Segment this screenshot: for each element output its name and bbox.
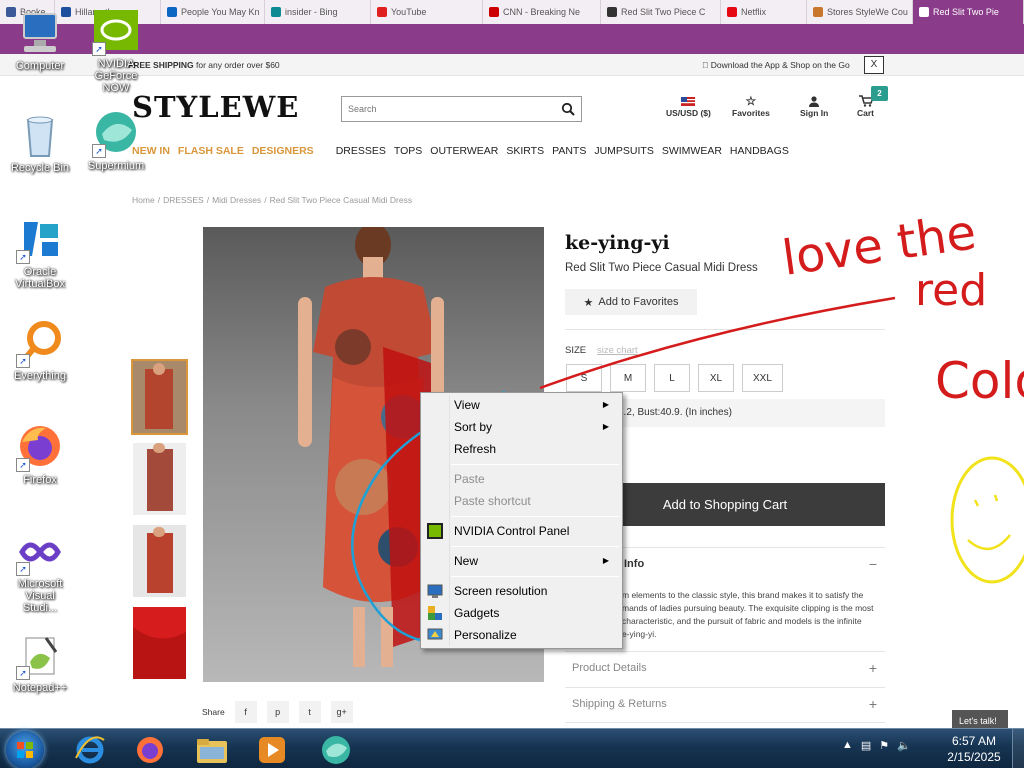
windows-taskbar: ▲ ▤ ⚑ 🔈 6:57 AM 2/15/2025 [0, 728, 1024, 768]
desktop-icon-notepadpp[interactable]: ➚ Notepad++ [0, 632, 80, 694]
menu-item-nvidia-control-panel[interactable]: NVIDIA Control Panel [454, 521, 619, 541]
taskbar-file-explorer[interactable] [186, 732, 238, 767]
taskbar-firefox[interactable] [124, 732, 176, 767]
menu-item-paste-shortcut: Paste shortcut [454, 494, 531, 508]
desktop-icon-recycle-bin[interactable]: Recycle Bin [0, 112, 80, 174]
network-icon[interactable]: ▤ [861, 739, 871, 752]
show-desktop-button[interactable] [1012, 729, 1024, 768]
submenu-arrow-icon: ▶ [602, 422, 609, 431]
desktop-icon-everything[interactable]: ➚ Everything [0, 320, 80, 382]
action-center-flag-icon[interactable]: ⚑ [879, 739, 889, 752]
smiley-face-drawing [950, 456, 1024, 584]
supermium-icon [322, 735, 350, 764]
nvidia-small-icon [427, 523, 443, 539]
menu-separator [451, 464, 619, 465]
menu-gutter [449, 395, 450, 646]
desktop-icon-label: Oracle VirtualBox [15, 266, 65, 290]
menu-item-view[interactable]: View ▶ [454, 395, 619, 415]
lets-talk-chat-button[interactable]: Let's talk! [952, 710, 1008, 728]
annotation-red: red [915, 265, 987, 316]
desktop-icon-supermium[interactable]: ➚ Supermium [76, 110, 156, 172]
computer-icon [23, 13, 57, 52]
desktop-icon-nvidia[interactable]: ➚ NVIDIA GeForce NOW [76, 8, 156, 94]
desktop-context-menu: View ▶ Sort by ▶ Refresh Paste Paste short… [420, 392, 623, 649]
start-button[interactable] [6, 731, 44, 768]
submenu-arrow-icon: ▶ [602, 556, 609, 565]
desktop-icon-label: Microsoft Visual Studi... [17, 578, 63, 614]
desktop-icon-label: NVIDIA GeForce NOW [94, 58, 138, 94]
taskbar-supermium[interactable] [310, 732, 362, 767]
shortcut-arrow-icon: ➚ [92, 144, 106, 158]
submenu-arrow-icon: ▶ [602, 400, 609, 409]
shortcut-arrow-icon: ➚ [16, 354, 30, 368]
desktop-icon-label: Firefox [23, 474, 57, 486]
gadgets-icon [427, 605, 443, 621]
desktop-icon-computer[interactable]: Computer [0, 10, 80, 72]
desktop-icon-label: Supermium [87, 160, 145, 172]
taskbar-media-player[interactable] [246, 732, 298, 767]
personalize-icon [427, 627, 443, 643]
folder-icon [197, 738, 227, 763]
shortcut-arrow-icon: ➚ [16, 250, 30, 264]
annotation-color: Colo [935, 352, 1024, 410]
taskbar-internet-explorer[interactable] [64, 732, 116, 767]
menu-item-screen-resolution[interactable]: Screen resolution [454, 581, 619, 601]
menu-item-gadgets[interactable]: Gadgets [454, 603, 619, 623]
menu-item-paste: Paste [454, 472, 485, 486]
recycle-bin-icon [26, 116, 54, 157]
clock-date: 2/15/2025 [947, 750, 1001, 764]
windows-logo-icon [17, 742, 33, 758]
screen-resolution-icon [427, 583, 443, 599]
system-tray: ▲ ▤ ⚑ 🔈 [842, 739, 911, 752]
smiley-features [967, 494, 1011, 550]
menu-separator [451, 516, 619, 517]
menu-item-new[interactable]: New ▶ [454, 551, 619, 571]
internet-explorer-icon [75, 735, 105, 763]
firefox-icon [137, 736, 163, 763]
shortcut-arrow-icon: ➚ [16, 458, 30, 472]
desktop-icon-visual-studio[interactable]: ➚ Microsoft Visual Studi... [0, 528, 80, 614]
clock-time: 6:57 AM [951, 734, 997, 748]
system-clock[interactable]: 6:57 AM 2/15/2025 [944, 733, 1004, 765]
media-player-icon [259, 736, 285, 763]
desktop-icon-label: Recycle Bin [10, 162, 70, 174]
desktop-icon-virtualbox[interactable]: ➚ Oracle VirtualBox [0, 216, 80, 290]
desktop-icon-label: Computer [15, 60, 65, 72]
desktop-icon-label: Everything [14, 370, 66, 382]
volume-muted-icon[interactable]: 🔈 [897, 739, 911, 752]
shortcut-arrow-icon: ➚ [92, 42, 106, 56]
shortcut-arrow-icon: ➚ [16, 666, 30, 680]
desktop-icon-label: Notepad++ [12, 682, 68, 694]
menu-separator [451, 576, 619, 577]
desktop-icon-firefox[interactable]: ➚ Firefox [0, 424, 80, 486]
shortcut-arrow-icon: ➚ [16, 562, 30, 576]
menu-separator [451, 546, 619, 547]
red-arrow-stroke [539, 296, 896, 390]
show-hidden-icons[interactable]: ▲ [842, 739, 853, 752]
menu-item-refresh[interactable]: Refresh [454, 439, 619, 459]
menu-item-sort-by[interactable]: Sort by ▶ [454, 417, 619, 437]
menu-item-personalize[interactable]: Personalize [454, 625, 619, 645]
